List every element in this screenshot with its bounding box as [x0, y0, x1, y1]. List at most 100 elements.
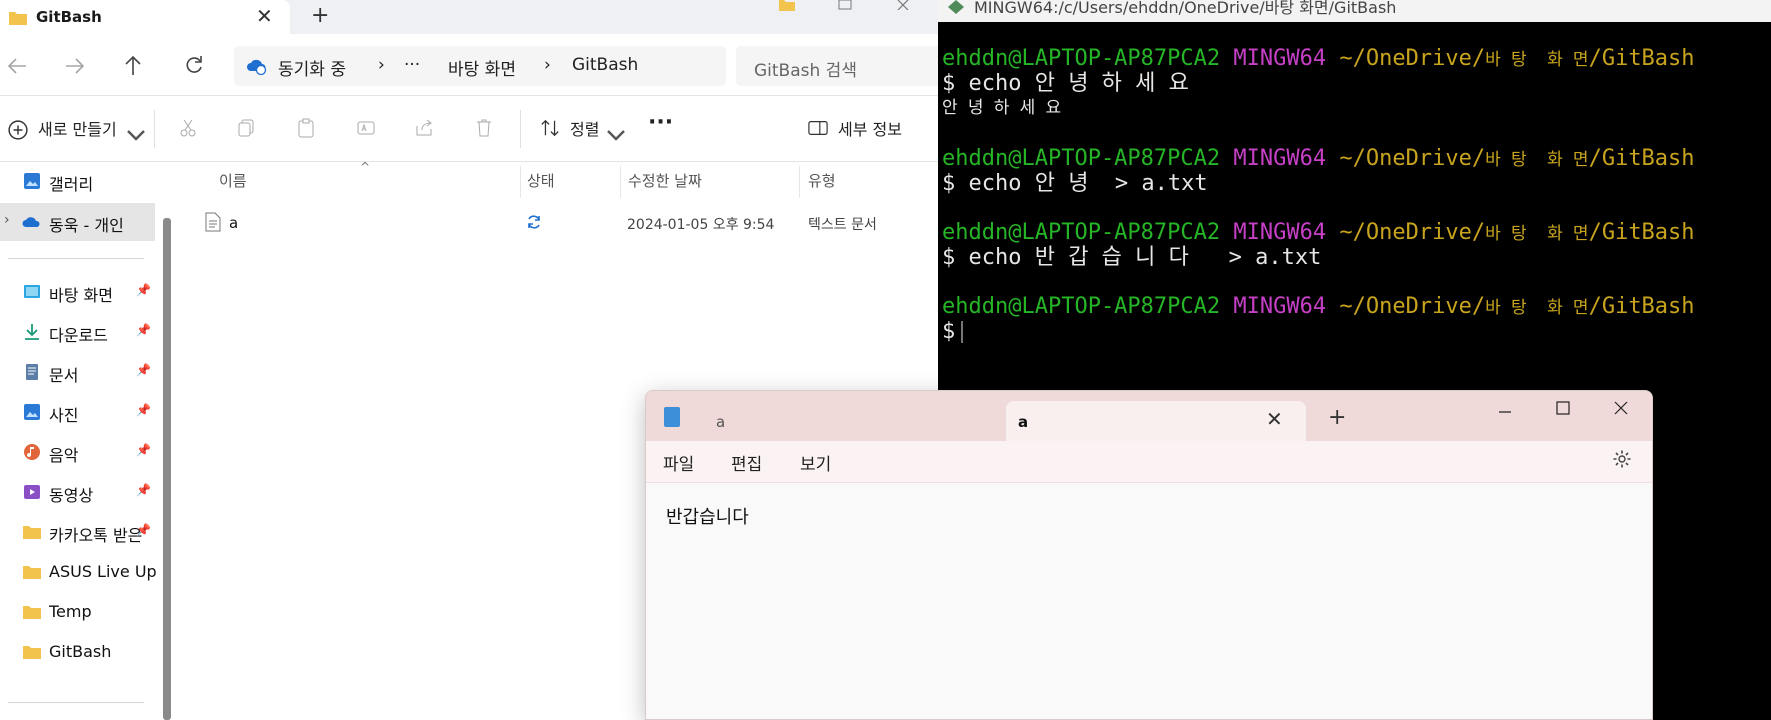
gear-icon[interactable]	[1612, 449, 1632, 469]
terminal-title: MINGW64:/c/Users/ehddn/OneDrive/바탕 화면/Gi…	[974, 0, 1397, 17]
close-icon[interactable]: ✕	[256, 4, 273, 28]
forward-arrow-icon[interactable]	[64, 56, 86, 76]
column-header-status[interactable]: 상태	[527, 170, 555, 191]
folder-icon	[23, 606, 41, 619]
refresh-icon[interactable]	[184, 55, 204, 75]
sidebar-item-gitbash[interactable]: GitBash	[0, 633, 155, 671]
sidebar-item-label: 갤러리	[49, 175, 94, 194]
sidebar-item-gallery[interactable]: 갤러리	[0, 162, 155, 200]
breadcrumb-gitbash[interactable]: GitBash	[572, 55, 638, 75]
copy-icon[interactable]	[236, 118, 256, 138]
sort-button[interactable]: 정렬	[570, 116, 599, 140]
back-arrow-icon[interactable]	[6, 56, 28, 76]
new-tab-button[interactable]: +	[1328, 405, 1346, 430]
address-bar[interactable]: 동기화 중 › ··· 바탕 화면 › GitBash	[234, 46, 726, 86]
table-row[interactable]: a 2024-01-05 오후 9:54 텍스트 문서	[175, 202, 940, 242]
breadcrumb-desktop[interactable]: 바탕 화면	[448, 55, 516, 80]
pin-icon[interactable]: 📌	[136, 483, 151, 497]
up-arrow-icon[interactable]	[123, 54, 143, 76]
rename-icon[interactable]	[356, 118, 376, 138]
notepad-icon	[664, 407, 680, 427]
column-header-type[interactable]: 유형	[808, 170, 836, 191]
sidebar-item-downloads[interactable]: 다운로드 📌	[0, 313, 155, 351]
desktop-icon	[24, 285, 40, 298]
sidebar-item-music[interactable]: 음악 📌	[0, 433, 155, 471]
menu-file[interactable]: 파일	[663, 450, 694, 475]
sidebar-item-desktop[interactable]: 바탕 화면 📌	[0, 273, 155, 311]
prompt-path: ~/OneDrive/	[1339, 294, 1486, 319]
chevron-right-icon[interactable]: ›	[4, 212, 10, 228]
minimize-icon[interactable]	[1498, 405, 1512, 419]
file-modified: 2024-01-05 오후 9:54	[627, 217, 775, 233]
menu-edit[interactable]: 편집	[731, 450, 762, 475]
text-file-icon	[205, 212, 221, 232]
document-icon	[26, 364, 38, 380]
gallery-icon	[24, 173, 40, 189]
sidebar-item-onedrive[interactable]: › 동욱 - 개인	[0, 203, 155, 241]
folder-icon	[9, 12, 27, 25]
chevron-right-icon: ›	[544, 55, 551, 75]
pin-icon[interactable]: 📌	[136, 403, 151, 417]
more-options-button[interactable]: ···	[648, 110, 673, 135]
column-header-modified[interactable]: 수정한 날짜	[628, 170, 702, 191]
tab-inactive[interactable]: a	[716, 413, 725, 431]
prompt-path: 바 탕 화 면	[1485, 298, 1589, 318]
prompt-user: ehddn@LAPTOP-AP87PCA2	[942, 294, 1221, 319]
git-logo-icon	[948, 0, 964, 14]
paste-icon[interactable]	[296, 118, 316, 138]
column-divider[interactable]	[520, 166, 521, 198]
explorer-navbar: 동기화 중 › ··· 바탕 화면 › GitBash GitBash 검색	[0, 34, 940, 96]
new-button[interactable]: 새로 만들기	[38, 116, 117, 140]
maximize-icon[interactable]	[1556, 401, 1570, 415]
notepad-text-area[interactable]: 반갑습니다	[666, 503, 749, 529]
download-icon	[25, 324, 39, 340]
video-icon	[24, 485, 40, 499]
sync-status-label: 동기화 중	[278, 60, 346, 80]
command-line: $ echo 반 갑 습 니 다 > a.txt	[942, 245, 1322, 270]
pin-icon[interactable]: 📌	[136, 523, 151, 537]
column-divider[interactable]	[620, 166, 621, 198]
pin-icon[interactable]: 📌	[136, 363, 151, 377]
column-divider[interactable]	[799, 166, 800, 198]
sync-pending-icon	[528, 215, 540, 229]
prompt-path: /GitBash	[1588, 146, 1695, 171]
close-icon[interactable]	[1614, 401, 1628, 415]
sidebar-scrollbar[interactable]	[163, 218, 171, 720]
command-line: $ echo 안 녕 > a.txt	[942, 171, 1208, 196]
details-button[interactable]: 세부 정보	[838, 116, 902, 140]
breadcrumb-overflow[interactable]: ···	[404, 55, 420, 75]
sort-icon	[541, 119, 559, 137]
pin-icon[interactable]: 📌	[136, 323, 151, 337]
sidebar-item-pictures[interactable]: 사진 📌	[0, 393, 155, 431]
sidebar-divider	[8, 258, 144, 259]
pin-icon[interactable]: 📌	[136, 443, 151, 457]
sidebar-item-videos[interactable]: 동영상 📌	[0, 473, 155, 511]
sidebar-item-asus[interactable]: ASUS Live Upda	[0, 553, 157, 591]
new-tab-button[interactable]: +	[311, 3, 329, 28]
details-pane-icon	[808, 121, 828, 135]
menu-view[interactable]: 보기	[800, 450, 831, 475]
prompt-user: ehddn@LAPTOP-AP87PCA2	[942, 220, 1221, 245]
share-icon[interactable]	[414, 118, 434, 138]
chevron-right-icon: ›	[378, 55, 385, 75]
sidebar-item-documents[interactable]: 문서 📌	[0, 353, 155, 391]
prompt-path: /GitBash	[1588, 46, 1695, 71]
sidebar-item-temp[interactable]: Temp	[0, 593, 155, 631]
close-icon[interactable]: ✕	[1266, 407, 1283, 431]
explorer-tab[interactable]: GitBash ✕	[0, 0, 290, 34]
sidebar-item-kakaotalk[interactable]: 카카오톡 받은 📌	[0, 513, 155, 551]
close-icon[interactable]	[896, 0, 910, 10]
cut-icon[interactable]	[178, 118, 198, 138]
search-input[interactable]: GitBash 검색	[754, 56, 857, 81]
delete-icon[interactable]	[474, 118, 494, 138]
prompt-path: 바 탕 화 면	[1485, 150, 1589, 170]
search-box[interactable]: GitBash 검색	[736, 46, 940, 86]
prompt-path: /GitBash	[1588, 294, 1695, 319]
explorer-titlebar: GitBash ✕ +	[0, 0, 940, 34]
tab-active[interactable]: a ✕	[1006, 401, 1306, 441]
pin-icon[interactable]: 📌	[136, 283, 151, 297]
terminal-titlebar: MINGW64:/c/Users/ehddn/OneDrive/바탕 화면/Gi…	[938, 0, 1771, 22]
column-header-name[interactable]: 이름	[219, 170, 247, 191]
maximize-icon[interactable]	[838, 0, 852, 10]
notepad-window: a a ✕ + 파일 편집 보기 반갑습니다	[645, 390, 1653, 720]
